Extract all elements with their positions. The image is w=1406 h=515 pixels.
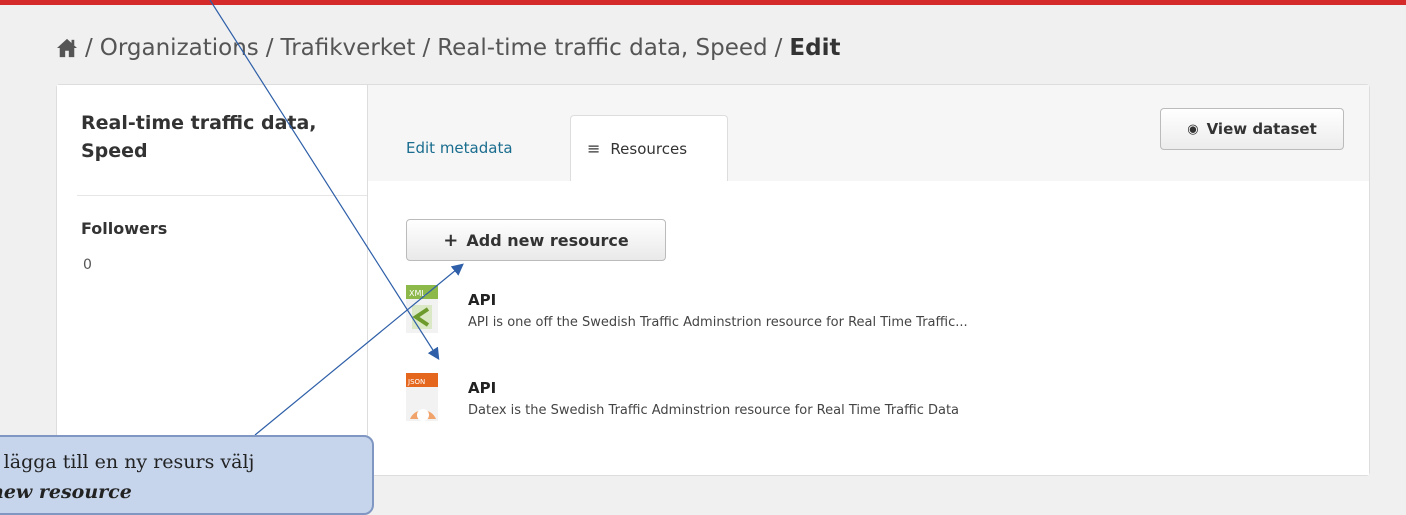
- breadcrumb-organizations[interactable]: Organizations: [100, 35, 259, 61]
- tab-label: Resources: [610, 139, 688, 158]
- json-file-icon: JSON: [406, 373, 438, 421]
- resource-description: API is one off the Swedish Traffic Admin…: [468, 315, 968, 330]
- instruction-callout: t lägga till en ny resurs välj new resou…: [0, 435, 374, 515]
- resource-name[interactable]: API: [468, 291, 496, 309]
- resource-description: Datex is the Swedish Traffic Adminstrion…: [468, 403, 960, 418]
- svg-text:JSON: JSON: [407, 378, 425, 386]
- edit-panel: Real-time traffic data, Speed Followers …: [56, 84, 1370, 476]
- menu-icon: ≡: [587, 139, 601, 158]
- breadcrumb-separator: /: [265, 35, 274, 61]
- view-dataset-button[interactable]: ◉ View dataset: [1160, 108, 1344, 150]
- plus-icon: +: [443, 229, 459, 251]
- breadcrumb-separator: /: [422, 35, 431, 61]
- top-accent-bar: [0, 0, 1406, 5]
- callout-line-1: t lägga till en ny resurs välj: [0, 451, 255, 473]
- resource-item[interactable]: XML API API is one off the Swedish Traff…: [406, 285, 1326, 345]
- breadcrumb-current: Edit: [789, 35, 841, 61]
- breadcrumb-dataset[interactable]: Real-time traffic data, Speed: [437, 35, 767, 61]
- xml-file-icon: XML: [406, 285, 438, 333]
- breadcrumb: / Organizations / Trafikverket / Real-ti…: [56, 30, 840, 66]
- tab-bar: Edit metadata ≡ Resources ◉ View dataset: [368, 85, 1369, 182]
- tab-resources[interactable]: ≡ Resources: [570, 115, 728, 182]
- resource-item[interactable]: JSON API Datex is the Swedish Traffic Ad…: [406, 373, 1326, 433]
- add-new-resource-button[interactable]: + Add new resource: [406, 219, 666, 261]
- view-dataset-label: View dataset: [1206, 120, 1317, 138]
- breadcrumb-trafikverket[interactable]: Trafikverket: [281, 35, 416, 61]
- home-icon[interactable]: [56, 38, 78, 58]
- dataset-title: Real-time traffic data, Speed: [81, 112, 317, 162]
- sidebar: Real-time traffic data, Speed Followers …: [57, 85, 367, 475]
- tab-label: Edit metadata: [406, 139, 513, 157]
- tab-edit-metadata[interactable]: Edit metadata: [390, 115, 529, 181]
- breadcrumb-separator: /: [85, 35, 93, 61]
- add-resource-label: Add new resource: [466, 230, 629, 250]
- resources-content: + Add new resource XML API API is one of…: [368, 181, 1369, 475]
- callout-line-2: new resource: [0, 481, 132, 503]
- sidebar-divider: [77, 195, 367, 196]
- eye-icon: ◉: [1187, 121, 1199, 137]
- svg-text:XML: XML: [409, 289, 426, 298]
- followers-count: 0: [83, 257, 92, 273]
- main-area: Edit metadata ≡ Resources ◉ View dataset…: [367, 85, 1369, 475]
- resource-name[interactable]: API: [468, 379, 496, 397]
- breadcrumb-separator: /: [774, 35, 783, 61]
- followers-label: Followers: [81, 219, 168, 238]
